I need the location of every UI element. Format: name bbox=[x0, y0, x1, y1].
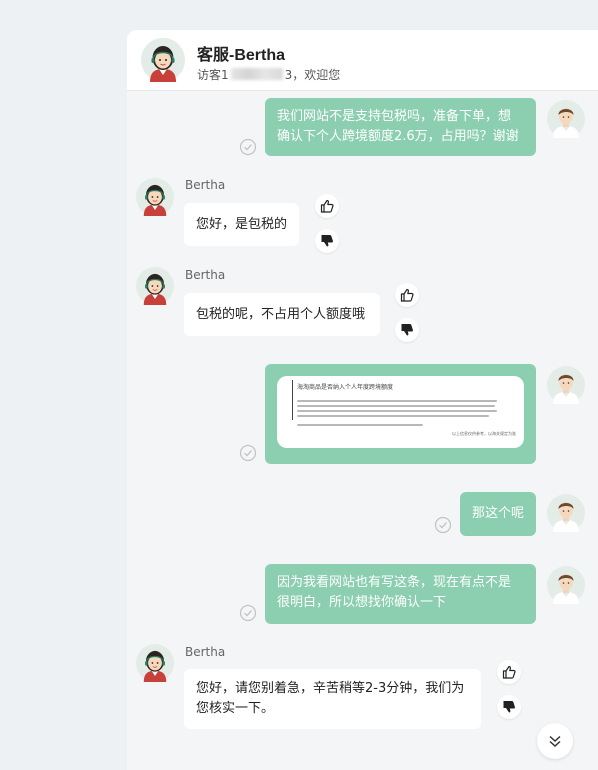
visitor-avatar-icon bbox=[547, 566, 585, 604]
visitor-avatar-icon bbox=[547, 494, 585, 532]
chat-window: 客服-Bertha 访客1 3，欢迎您 我们网站不是支持包税吗，准备下单，想 确认… bbox=[127, 30, 598, 770]
agent-avatar-icon bbox=[136, 644, 174, 682]
message-bubble-incoming: 您好，是包税的 bbox=[184, 203, 299, 246]
like-button[interactable] bbox=[497, 660, 521, 684]
dislike-button[interactable] bbox=[315, 229, 339, 253]
chat-header: 客服-Bertha 访客1 3，欢迎您 bbox=[127, 30, 598, 91]
thumbs-up-icon bbox=[400, 288, 414, 302]
agent-title: 客服-Bertha bbox=[197, 47, 286, 64]
thumbs-up-icon bbox=[320, 199, 334, 213]
like-button[interactable] bbox=[315, 194, 339, 218]
scroll-to-bottom-button[interactable] bbox=[537, 723, 573, 759]
redacted-visitor-id bbox=[230, 68, 283, 80]
check-circle-icon bbox=[239, 138, 257, 156]
check-circle-icon bbox=[239, 444, 257, 462]
thumbs-down-icon bbox=[502, 700, 516, 714]
message-bubble-incoming: 您好，请您别着急，辛苦稍等2-3分钟，我们为 您核实一下。 bbox=[184, 669, 481, 729]
thumbs-up-icon bbox=[502, 665, 516, 679]
screenshot-thumbnail[interactable]: 海淘商品是否纳入个人年度跨境额度 以上信息仅供参考，以海关规定为准 bbox=[277, 376, 524, 448]
agent-avatar-icon bbox=[136, 267, 174, 305]
dislike-button[interactable] bbox=[395, 318, 419, 342]
thumbs-down-icon bbox=[320, 234, 334, 248]
agent-avatar-icon bbox=[136, 178, 174, 216]
agent-avatar-icon bbox=[141, 38, 185, 82]
message-bubble-outgoing: 因为我看网站也有写这条，现在有点不是 很明白，所以想找你确认一下 bbox=[265, 564, 536, 624]
visitor-avatar-icon bbox=[547, 366, 585, 404]
message-bubble-incoming: 包税的呢，不占用个人额度哦 bbox=[184, 293, 380, 336]
agent-name: Bertha bbox=[185, 645, 226, 659]
image-title: 海淘商品是否纳入个人年度跨境额度 bbox=[297, 384, 394, 391]
message-image-outgoing[interactable]: 海淘商品是否纳入个人年度跨境额度 以上信息仅供参考，以海关规定为准 bbox=[265, 364, 536, 464]
dislike-button[interactable] bbox=[497, 695, 521, 719]
message-bubble-outgoing: 我们网站不是支持包税吗，准备下单，想 确认下个人跨境额度2.6万，占用吗？谢谢 bbox=[265, 98, 536, 156]
image-footer: 以上信息仅供参考，以海关规定为准 bbox=[452, 431, 516, 436]
visitor-greeting: 访客1 3，欢迎您 bbox=[197, 68, 341, 82]
agent-name: Bertha bbox=[185, 268, 226, 282]
agent-name: Bertha bbox=[185, 178, 226, 192]
like-button[interactable] bbox=[395, 283, 419, 307]
message-bubble-outgoing: 那这个呢 bbox=[460, 492, 536, 536]
check-circle-icon bbox=[434, 516, 452, 534]
chevron-double-down-icon bbox=[549, 735, 561, 748]
visitor-avatar-icon bbox=[547, 100, 585, 138]
check-circle-icon bbox=[239, 604, 257, 622]
thumbs-down-icon bbox=[400, 323, 414, 337]
